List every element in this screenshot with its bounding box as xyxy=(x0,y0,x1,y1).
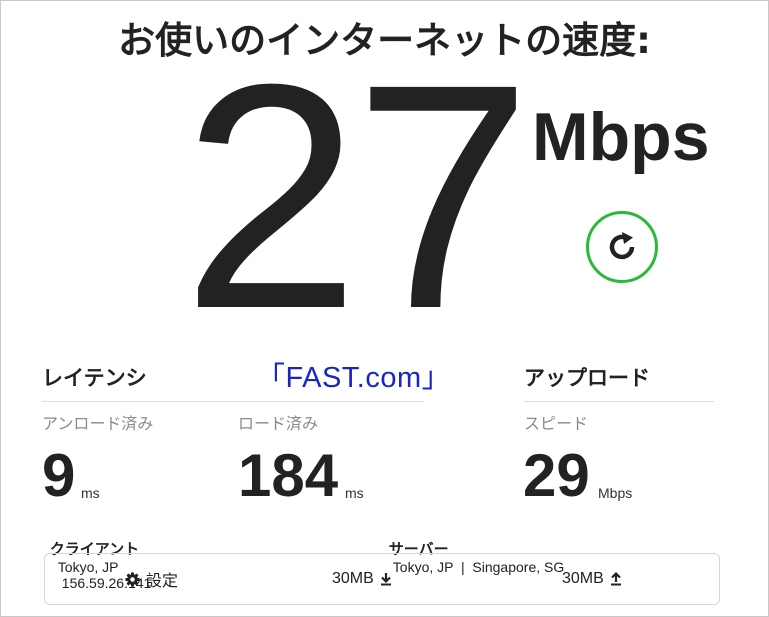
settings-bar: 設定 30MB 30MB xyxy=(44,553,720,605)
refresh-button[interactable] xyxy=(586,211,658,283)
loaded-latency-label: ロード済み xyxy=(238,414,319,433)
upload-arrow-icon xyxy=(610,572,621,586)
download-size-item[interactable]: 30MB xyxy=(332,554,392,604)
settings-button[interactable]: 設定 xyxy=(125,554,178,604)
upload-speed-value: 29 xyxy=(523,442,590,509)
upload-speed-label: スピード xyxy=(524,414,589,433)
fast-com-label: 「FAST.com」 xyxy=(256,362,452,394)
download-size-label: 30MB xyxy=(332,570,374,587)
upload-size-label: 30MB xyxy=(562,570,604,587)
upload-heading: アップロード xyxy=(524,366,650,390)
settings-label: 設定 xyxy=(146,573,179,590)
unloaded-latency-label: アンロード済み xyxy=(42,414,154,433)
loaded-latency-unit: ms xyxy=(345,485,364,501)
gear-icon xyxy=(125,571,140,587)
upload-divider xyxy=(524,401,714,402)
unloaded-latency-value: 9 xyxy=(42,442,76,509)
download-speed-unit: Mbps xyxy=(532,99,710,175)
download-arrow-icon xyxy=(380,573,391,586)
loaded-latency-value: 184 xyxy=(238,442,339,509)
download-speed-value: 27 xyxy=(182,17,532,375)
refresh-icon xyxy=(609,232,635,260)
latency-divider xyxy=(42,401,424,402)
upload-speed-unit: Mbps xyxy=(598,485,633,501)
upload-size-item[interactable]: 30MB xyxy=(562,554,622,604)
unloaded-latency-unit: ms xyxy=(81,485,100,501)
latency-heading: レイテンシ xyxy=(42,366,147,390)
